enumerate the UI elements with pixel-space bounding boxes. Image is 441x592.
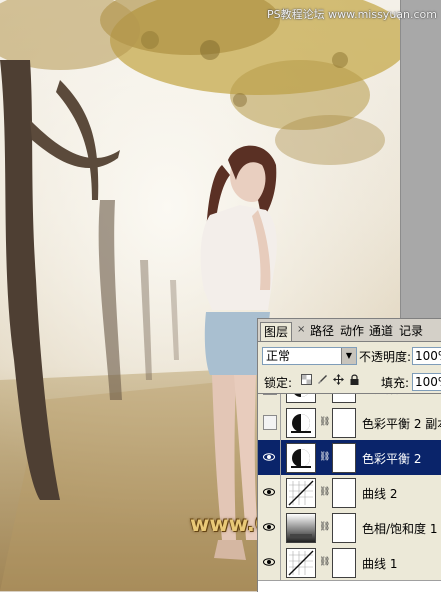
layer-mask-thumbnail[interactable] <box>332 513 356 543</box>
layer-row[interactable]: ⛓ 曲线 2 <box>258 475 441 511</box>
visibility-empty-box[interactable] <box>263 415 277 430</box>
fill-label: 填充: <box>381 376 410 390</box>
panel-tab-bar: 图层 × 路径 动作 通道 记录 <box>258 319 441 342</box>
eye-icon[interactable] <box>263 556 275 568</box>
visibility-toggle[interactable] <box>258 394 281 405</box>
visibility-toggle[interactable] <box>258 440 281 475</box>
layer-mask-thumbnail[interactable] <box>332 548 356 578</box>
move-icon[interactable] <box>333 374 344 385</box>
visibility-toggle[interactable] <box>258 510 281 545</box>
selective-color-icon <box>286 394 316 403</box>
layer-mask-thumbnail[interactable] <box>332 408 356 438</box>
layer-name: 可选颜色 3 <box>362 394 421 397</box>
close-icon[interactable]: × <box>297 324 305 335</box>
visibility-toggle[interactable] <box>258 545 281 580</box>
layer-name: 曲线 2 <box>362 487 398 501</box>
eye-icon[interactable] <box>263 486 275 498</box>
canvas-gray-margin <box>400 0 441 318</box>
layer-row[interactable]: ⛓ 色彩平衡 2 <box>258 440 441 476</box>
checker-icon[interactable] <box>301 374 312 385</box>
layer-row[interactable]: ⛓ 色相/饱和度 1 <box>258 510 441 546</box>
eye-icon[interactable] <box>263 521 275 533</box>
tab-channels[interactable]: 通道 <box>366 322 396 340</box>
padlock-icon[interactable] <box>349 374 360 385</box>
chain-link-icon[interactable]: ⛓ <box>319 417 330 427</box>
tab-actions[interactable]: 动作 <box>337 322 367 340</box>
layer-mask-thumbnail[interactable] <box>332 478 356 508</box>
tab-layers[interactable]: 图层 <box>260 322 293 341</box>
visibility-toggle[interactable] <box>258 405 281 440</box>
eye-icon[interactable] <box>263 451 275 463</box>
tab-history[interactable]: 记录 <box>396 322 426 340</box>
color-balance-icon <box>286 408 316 438</box>
blend-mode-select[interactable]: 正常 ▼ <box>262 347 357 365</box>
hue-saturation-icon <box>286 513 316 543</box>
visibility-toggle[interactable] <box>258 475 281 510</box>
tab-layers-label: 图层 <box>264 325 289 339</box>
opacity-input[interactable]: 100% <box>412 347 441 365</box>
brush-icon[interactable] <box>317 374 328 385</box>
watermark-top: PS教程论坛 www.missyuan.com <box>266 8 437 21</box>
layer-name: 曲线 1 <box>362 557 398 571</box>
curves-icon <box>286 548 316 578</box>
tab-paths[interactable]: 路径 <box>307 322 337 340</box>
lock-label: 锁定: <box>264 376 293 390</box>
layer-name: 色相/饱和度 1 <box>362 522 438 536</box>
curves-icon <box>286 478 316 508</box>
chain-link-icon[interactable]: ⛓ <box>319 452 330 462</box>
fill-input[interactable]: 100% <box>412 373 441 391</box>
layer-mask-thumbnail[interactable] <box>332 394 356 403</box>
opacity-label: 不透明度: <box>359 350 412 364</box>
layer-mask-thumbnail[interactable] <box>332 443 356 473</box>
layers-panel: 图层 × 路径 动作 通道 记录 正常 ▼ 不透明度: 100% 锁定: 填充:… <box>257 318 441 592</box>
blend-mode-value: 正常 <box>266 349 291 363</box>
chain-link-icon[interactable]: ⛓ <box>319 557 330 567</box>
layer-row[interactable]: ⛓ 曲线 1 <box>258 545 441 581</box>
chevron-down-icon[interactable]: ▼ <box>341 348 356 364</box>
layer-list: ⛓可选颜色 3⛓色彩平衡 2 副本⛓色彩平衡 2⛓曲线 2⛓色相/饱和度 1⛓曲… <box>258 393 441 592</box>
visibility-empty-box[interactable] <box>263 394 277 395</box>
layer-name: 色彩平衡 2 副本 <box>362 417 441 431</box>
layer-name: 色彩平衡 2 <box>362 452 422 466</box>
color-balance-icon <box>286 443 316 473</box>
chain-link-icon[interactable]: ⛓ <box>319 487 330 497</box>
chain-link-icon[interactable]: ⛓ <box>319 522 330 532</box>
layer-row[interactable]: ⛓ 色彩平衡 2 副本 <box>258 405 441 441</box>
